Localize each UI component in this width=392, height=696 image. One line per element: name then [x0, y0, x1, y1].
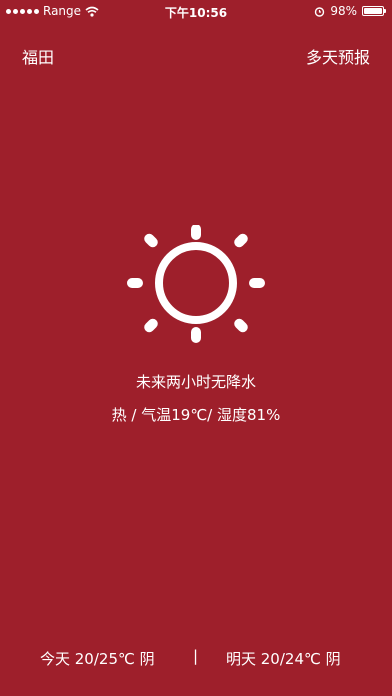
nav-bar: 福田 多天预报	[0, 40, 392, 70]
sun-icon	[127, 225, 265, 343]
precipitation-forecast: 未来两小时无降水	[135, 373, 256, 391]
battery-level	[364, 8, 382, 14]
battery-icon	[362, 6, 386, 16]
multi-day-forecast-button[interactable]: 多天预报	[306, 44, 370, 68]
status-bar: Range 下午10:56 98%	[0, 0, 392, 22]
footer-separator: |	[193, 647, 199, 665]
city-name[interactable]: 福田	[22, 44, 54, 68]
battery-percent: 98%	[330, 4, 357, 18]
alarm-icon	[315, 6, 325, 17]
weather-details: 热 / 气温19℃/ 湿度81%	[111, 406, 281, 424]
tomorrow-forecast: 明天 20/24℃ 阴	[226, 650, 341, 668]
footer-forecast: 今天 20/25℃ 阴 | 明天 20/24℃ 阴	[0, 646, 392, 670]
today-forecast: 今天 20/25℃ 阴	[40, 650, 155, 668]
status-right: 98%	[314, 4, 386, 18]
